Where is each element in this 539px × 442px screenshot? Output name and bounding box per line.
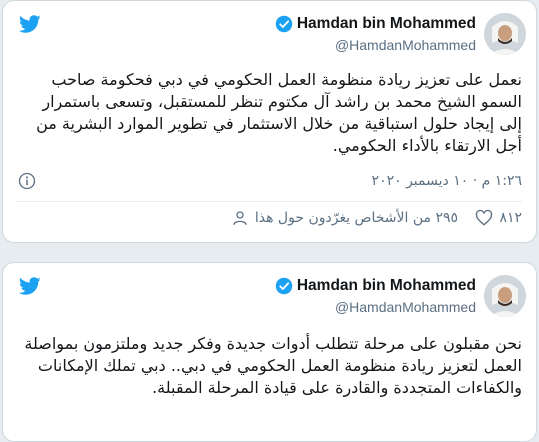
author-name: Hamdan bin Mohammed <box>296 277 476 294</box>
author-name-row[interactable]: Hamdan bin Mohammed <box>275 277 476 295</box>
tweet-card[interactable]: Hamdan bin Mohammed @HamdanMohammed نعمل… <box>2 0 537 243</box>
info-icon[interactable] <box>17 171 37 191</box>
like-count: ٨١٢ <box>499 210 522 226</box>
tweet-text: نحن مقبلون على مرحلة تتطلب أدوات جديدة و… <box>24 334 522 397</box>
like-button[interactable]: ٨١٢ <box>475 209 522 227</box>
tweet-text: نعمل على تعزيز ريادة منظومة العمل الحكوم… <box>36 70 522 155</box>
avatar[interactable] <box>484 13 526 55</box>
author-handle[interactable]: @HamdanMohammed <box>335 299 476 315</box>
tweet-timestamp[interactable]: ١:٢٦ م · ١٠ ديسمبر ٢٠٢٠ <box>372 173 522 189</box>
talking-about-link[interactable]: ٢٩٥ من الأشخاص يغرّدون حول هذا <box>231 209 458 227</box>
tweet-meta: ١:٢٦ م · ١٠ ديسمبر ٢٠٢٠ <box>17 169 522 195</box>
verified-badge-icon <box>275 15 293 33</box>
author-name: Hamdan bin Mohammed <box>296 15 476 32</box>
verified-badge-icon <box>275 277 293 295</box>
twitter-bird-icon[interactable] <box>17 275 43 297</box>
tweet-card[interactable]: Hamdan bin Mohammed @HamdanMohammed نحن … <box>2 262 537 442</box>
author-handle[interactable]: @HamdanMohammed <box>335 37 476 53</box>
talking-about-text: ٢٩٥ من الأشخاص يغرّدون حول هذا <box>254 210 458 226</box>
divider <box>17 201 522 202</box>
person-icon <box>233 211 247 225</box>
avatar[interactable] <box>484 275 526 317</box>
author-name-row[interactable]: Hamdan bin Mohammed <box>275 15 476 33</box>
tweet-actions: ٨١٢ ٢٩٥ من الأشخاص يغرّدون حول هذا <box>17 209 522 233</box>
twitter-bird-icon[interactable] <box>17 13 43 35</box>
heart-icon <box>476 209 493 226</box>
